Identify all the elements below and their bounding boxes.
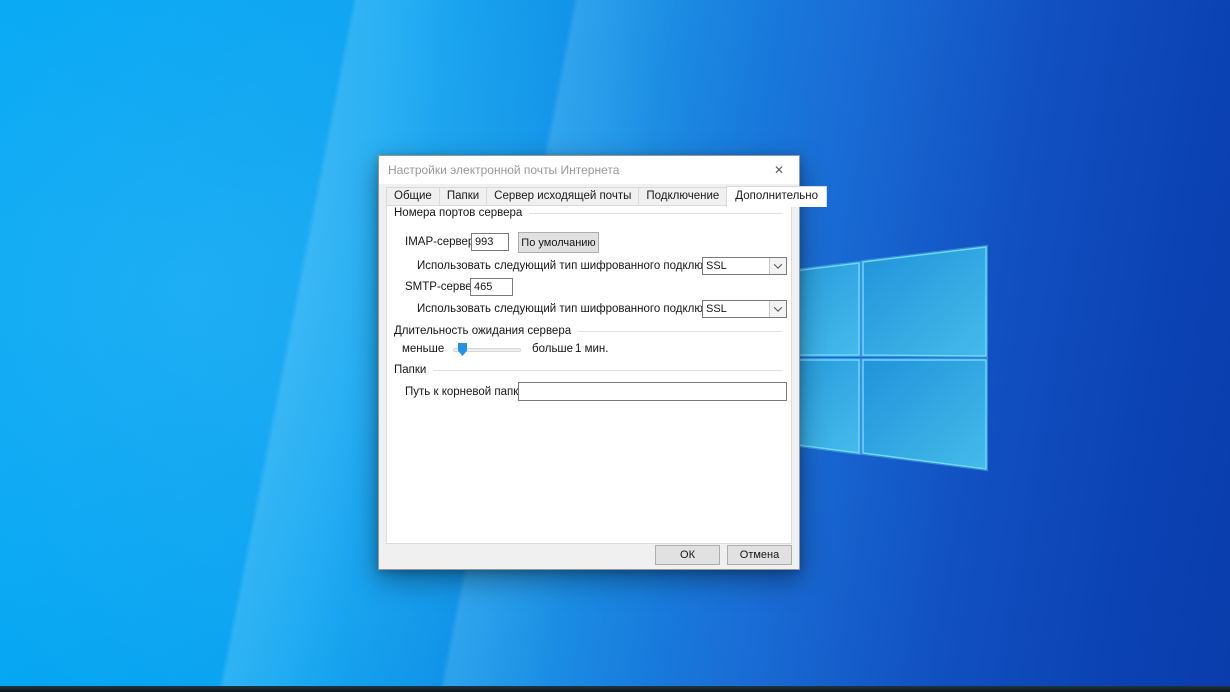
ok-button[interactable]: ОК (655, 545, 720, 565)
smtp-encryption-value: SSL (703, 301, 769, 317)
imap-encryption-label: Использовать следующий тип шифрованного … (417, 259, 737, 273)
imap-encryption-value: SSL (703, 258, 769, 274)
group-header-server-timeout: Длительность ожидания сервера (394, 324, 782, 338)
tab-connection[interactable]: Подключение (638, 187, 727, 206)
tab-strip: Общие Папки Сервер исходящей почты Подкл… (386, 186, 826, 206)
smtp-port-input[interactable] (470, 278, 513, 296)
tab-folders[interactable]: Папки (439, 187, 487, 206)
timeout-slider-thumb[interactable] (458, 343, 467, 356)
root-folder-path-input[interactable] (518, 382, 787, 401)
chevron-down-icon (774, 303, 782, 311)
tab-outgoing-server[interactable]: Сервер исходящей почты (486, 187, 639, 206)
tab-general[interactable]: Общие (386, 187, 440, 206)
chevron-down-icon (774, 260, 782, 268)
timeout-less-label: меньше (402, 342, 444, 356)
group-header-server-ports: Номера портов сервера (394, 206, 782, 220)
group-title: Номера портов сервера (394, 207, 522, 219)
cancel-button[interactable]: Отмена (727, 545, 792, 565)
combo-dropdown-button[interactable] (769, 258, 786, 274)
close-icon: ✕ (774, 164, 784, 176)
advanced-tab-page: Номера портов сервера IMAP-сервер: По ум… (386, 204, 792, 544)
desktop: Настройки электронной почты Интернета ✕ … (0, 0, 1230, 692)
imap-port-input[interactable] (471, 233, 509, 251)
titlebar[interactable]: Настройки электронной почты Интернета ✕ (379, 156, 799, 184)
timeout-value-label: 1 мин. (575, 342, 608, 356)
internet-email-settings-dialog: Настройки электронной почты Интернета ✕ … (378, 155, 800, 570)
use-defaults-button[interactable]: По умолчанию (518, 232, 599, 253)
group-header-folders: Папки (394, 363, 782, 377)
tab-advanced[interactable]: Дополнительно (726, 186, 827, 207)
smtp-encryption-select[interactable]: SSL (702, 300, 787, 318)
close-button[interactable]: ✕ (763, 156, 795, 184)
window-title: Настройки электронной почты Интернета (388, 163, 619, 177)
imap-server-label: IMAP-сервер: (405, 235, 477, 249)
group-title: Папки (394, 364, 426, 376)
taskbar-edge (0, 686, 1230, 692)
timeout-more-label: больше (532, 342, 573, 356)
group-title: Длительность ожидания сервера (394, 325, 571, 337)
imap-encryption-select[interactable]: SSL (702, 257, 787, 275)
smtp-encryption-label: Использовать следующий тип шифрованного … (417, 302, 737, 316)
combo-dropdown-button[interactable] (769, 301, 786, 317)
root-folder-path-label: Путь к корневой папке: (405, 385, 528, 399)
